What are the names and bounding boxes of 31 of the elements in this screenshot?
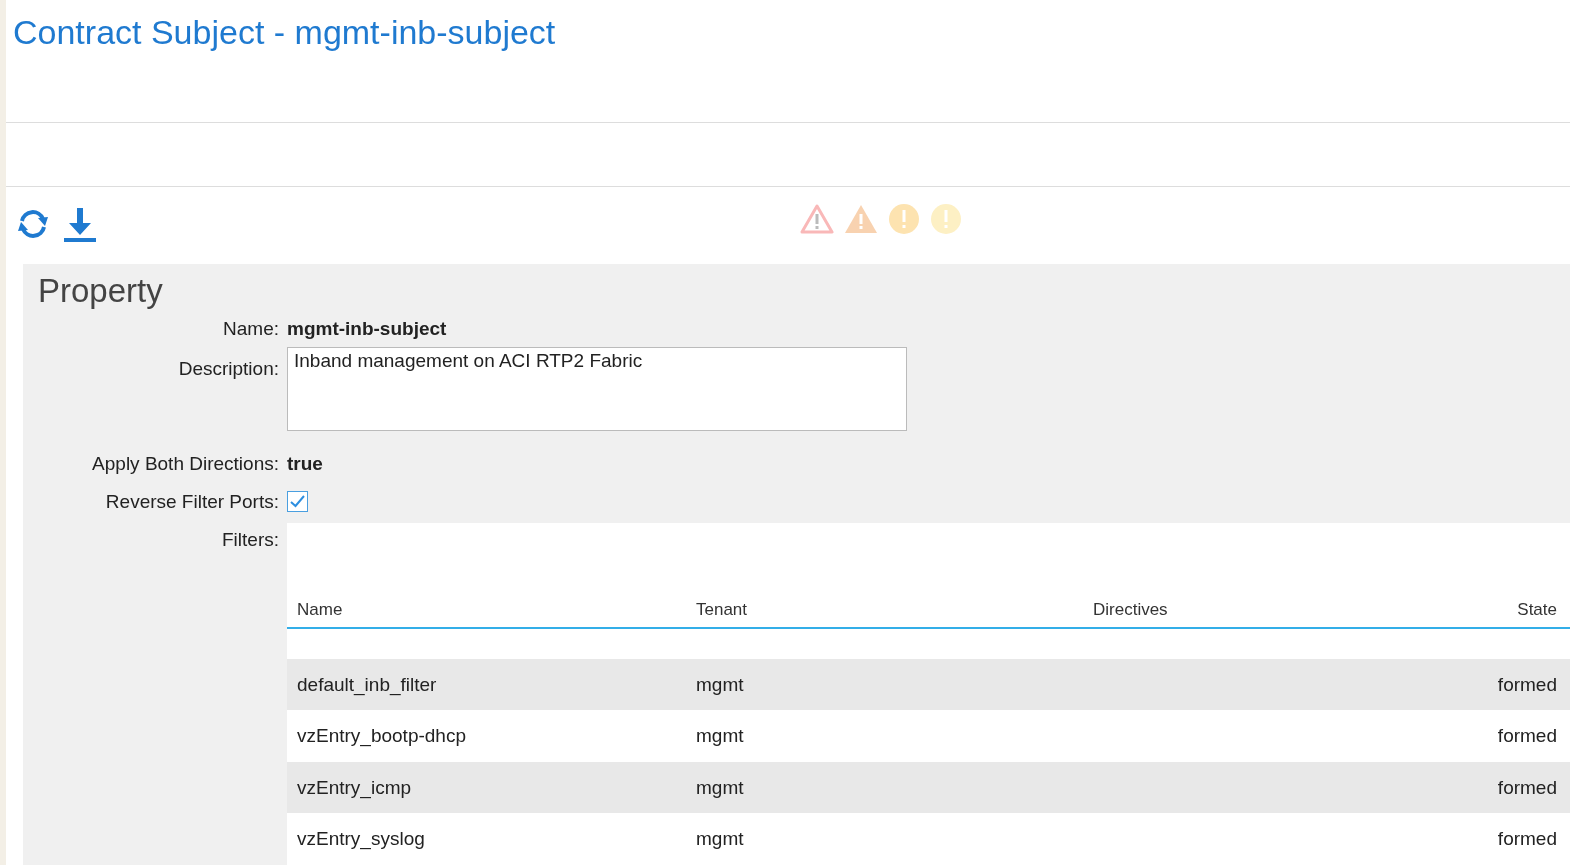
table-cell-text: default_inb_filter — [296, 673, 438, 696]
page-title: Contract Subject - mgmt-inb-subject — [12, 12, 557, 53]
alert-circle-icon[interactable] — [888, 202, 920, 235]
table-cell-text: vzEntry_bootp-dhcp — [296, 725, 467, 748]
section-heading: Property — [38, 272, 164, 310]
field-value: mgmt-inb-subject — [287, 318, 447, 340]
field-label: Reverse Filter Ports: — [104, 491, 280, 513]
column-header[interactable]: Name — [287, 600, 686, 620]
field-value: true — [287, 453, 323, 475]
table-cell-text: formed — [1496, 725, 1558, 748]
column-header[interactable]: Tenant — [686, 600, 1083, 620]
column-header[interactable]: Directives — [1083, 600, 1450, 620]
table-cell-text: vzEntry_icmp — [296, 776, 413, 799]
table-cell-text: formed — [1496, 776, 1558, 799]
description-field[interactable]: Inband management on ACI RTP2 Fabric — [287, 347, 907, 431]
table-cell-text: mgmt — [695, 673, 745, 696]
download-icon[interactable] — [63, 207, 97, 244]
table-cell-text: mgmt — [695, 776, 745, 799]
table-cell-text: mgmt — [695, 828, 745, 851]
field-label: Apply Both Directions: — [91, 453, 280, 475]
field-label: Filters: — [221, 528, 280, 552]
field-label: Name: — [222, 318, 280, 340]
column-header[interactable]: State — [1450, 600, 1570, 620]
table-cell-text: formed — [1496, 828, 1558, 851]
checkbox[interactable] — [287, 491, 308, 513]
table-cell-text: formed — [1496, 673, 1558, 696]
table-cell-text: mgmt — [695, 725, 745, 748]
alert-circle-icon[interactable] — [930, 202, 962, 235]
field-label: Description: — [177, 358, 280, 380]
warning-outline-icon[interactable] — [800, 202, 834, 235]
table-cell-text: vzEntry_syslog — [296, 828, 426, 851]
